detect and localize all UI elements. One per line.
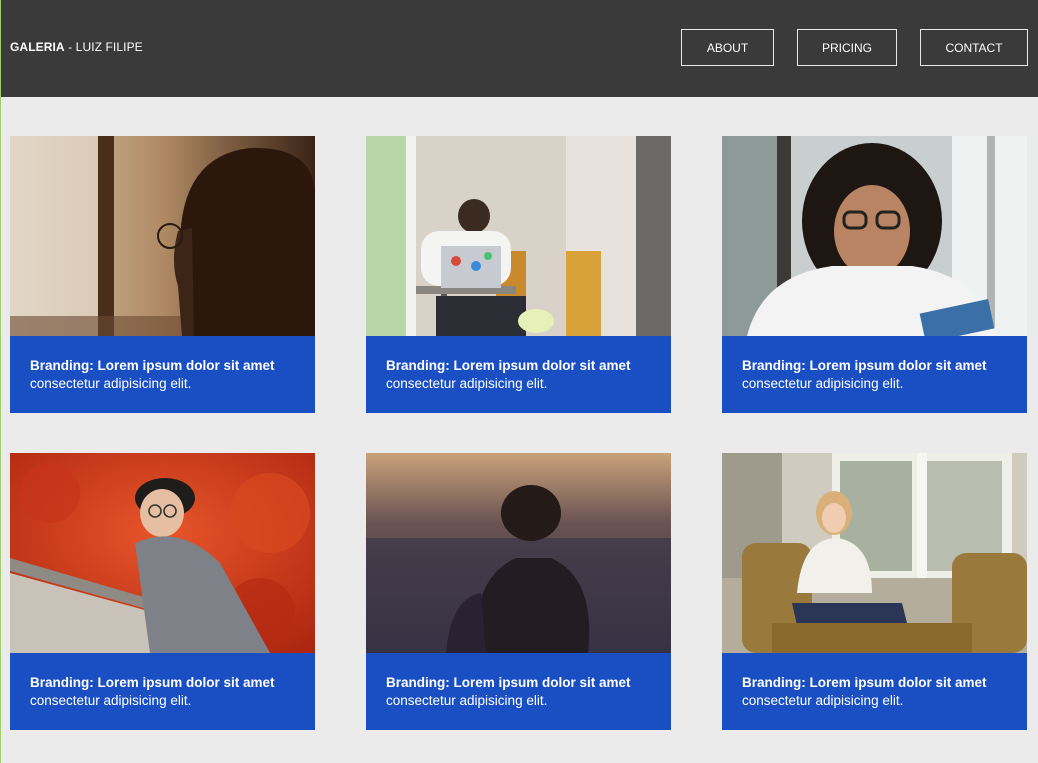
card-photo: [366, 453, 671, 653]
card-text: consectetur adipisicing elit.: [386, 693, 548, 708]
card-caption: Branding: Lorem ipsum dolor sit amet con…: [10, 336, 315, 413]
card-text: consectetur adipisicing elit.: [742, 376, 904, 391]
card-caption: Branding: Lorem ipsum dolor sit amet con…: [366, 653, 671, 730]
card-title: Branding: Lorem ipsum dolor sit amet: [30, 675, 275, 690]
card-photo: [366, 136, 671, 336]
nav-about-button[interactable]: ABOUT: [681, 29, 774, 66]
gallery-card[interactable]: Branding: Lorem ipsum dolor sit amet con…: [10, 136, 315, 413]
card-caption: Branding: Lorem ipsum dolor sit amet con…: [722, 653, 1027, 730]
brand-name: GALERIA: [10, 40, 65, 54]
card-title: Branding: Lorem ipsum dolor sit amet: [30, 358, 275, 373]
gallery-card[interactable]: Branding: Lorem ipsum dolor sit amet con…: [722, 136, 1027, 413]
nav-contact-button[interactable]: CONTACT: [920, 29, 1028, 66]
card-photo: [10, 453, 315, 653]
card-title: Branding: Lorem ipsum dolor sit amet: [386, 358, 631, 373]
card-title: Branding: Lorem ipsum dolor sit amet: [386, 675, 631, 690]
card-text: consectetur adipisicing elit.: [30, 693, 192, 708]
site-header: GALERIA - LUIZ FILIPE ABOUT PRICING CONT…: [1, 0, 1038, 97]
card-text: consectetur adipisicing elit.: [386, 376, 548, 391]
brand-author: - LUIZ FILIPE: [64, 40, 143, 54]
card-photo: [722, 453, 1027, 653]
nav-pricing-button[interactable]: PRICING: [797, 29, 897, 66]
gallery-card[interactable]: Branding: Lorem ipsum dolor sit amet con…: [366, 453, 671, 730]
card-caption: Branding: Lorem ipsum dolor sit amet con…: [722, 336, 1027, 413]
site-brand[interactable]: GALERIA - LUIZ FILIPE: [10, 40, 143, 54]
card-text: consectetur adipisicing elit.: [30, 376, 192, 391]
card-title: Branding: Lorem ipsum dolor sit amet: [742, 675, 987, 690]
card-title: Branding: Lorem ipsum dolor sit amet: [742, 358, 987, 373]
card-caption: Branding: Lorem ipsum dolor sit amet con…: [10, 653, 315, 730]
card-photo: [722, 136, 1027, 336]
gallery-card[interactable]: Branding: Lorem ipsum dolor sit amet con…: [722, 453, 1027, 730]
card-photo: [10, 136, 315, 336]
gallery-card[interactable]: Branding: Lorem ipsum dolor sit amet con…: [366, 136, 671, 413]
card-caption: Branding: Lorem ipsum dolor sit amet con…: [366, 336, 671, 413]
gallery-card[interactable]: Branding: Lorem ipsum dolor sit amet con…: [10, 453, 315, 730]
card-text: consectetur adipisicing elit.: [742, 693, 904, 708]
